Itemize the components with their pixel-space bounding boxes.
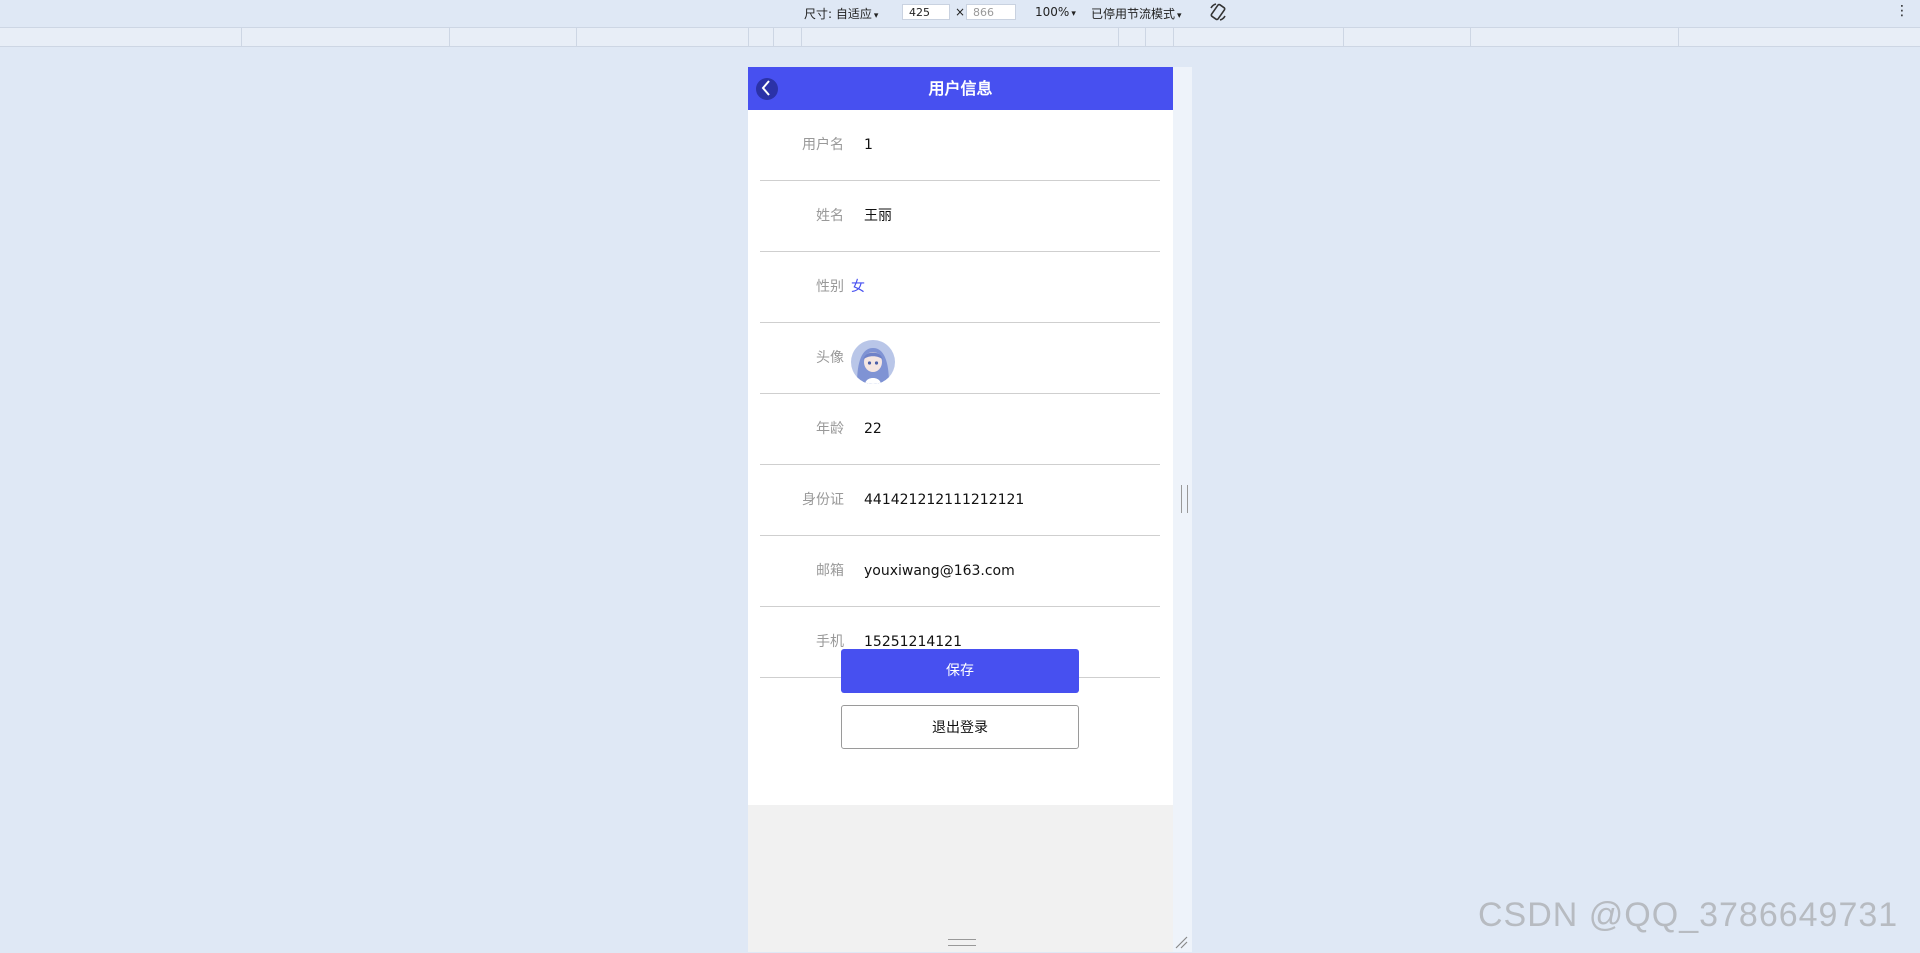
- zoom-dropdown[interactable]: 100% ▾: [1035, 5, 1076, 19]
- form-row-gender: 性别 女: [760, 252, 1160, 323]
- page-title: 用户信息: [928, 79, 993, 98]
- width-input[interactable]: 425: [902, 4, 950, 20]
- throttle-label: 已停用节流模式: [1091, 7, 1176, 21]
- chevron-down-icon: ▾: [1177, 11, 1182, 21]
- name-label: 姓名: [816, 208, 844, 224]
- avatar-image[interactable]: [851, 340, 895, 384]
- more-options-icon[interactable]: ⋮: [1895, 3, 1909, 19]
- age-label: 年龄: [816, 421, 844, 437]
- device-size-dropdown[interactable]: 尺寸: 自适应 ▾: [804, 5, 878, 22]
- device-size-label: 尺寸: 自适应: [804, 7, 872, 21]
- media-query-ruler[interactable]: [0, 27, 1920, 47]
- gender-label: 性别: [816, 279, 844, 295]
- logout-button[interactable]: 退出登录: [841, 705, 1079, 749]
- id-card-label: 身份证: [802, 492, 844, 508]
- zoom-label: 100%: [1035, 5, 1070, 19]
- back-arrow-icon: [761, 80, 770, 96]
- chevron-down-icon: ▾: [1071, 9, 1076, 19]
- email-input[interactable]: youxiwang@163.com: [864, 536, 1015, 606]
- form-row-email: 邮箱 youxiwang@163.com: [760, 536, 1160, 607]
- times-symbol: ×: [955, 5, 966, 19]
- phone-label: 手机: [816, 634, 844, 650]
- form-row-name: 姓名 王丽: [760, 181, 1160, 252]
- resize-corner-icon[interactable]: [1174, 934, 1188, 949]
- id-card-input[interactable]: 441421212111212121: [864, 465, 1024, 535]
- form-row-username: 用户名 1: [760, 110, 1160, 181]
- age-input[interactable]: 22: [864, 394, 882, 464]
- user-info-form: 用户名 1 姓名 王丽 性别 女 头像 年龄 22 身份证 4414212121…: [748, 110, 1173, 805]
- email-label: 邮箱: [816, 563, 844, 579]
- throttle-dropdown[interactable]: 已停用节流模式 ▾: [1091, 5, 1182, 22]
- device-viewport: 用户信息 用户名 1 姓名 王丽 性别 女 头像 年龄 22 身份证 44142…: [748, 67, 1173, 952]
- form-row-id-card: 身份证 441421212111212121: [760, 465, 1160, 536]
- form-row-avatar: 头像: [760, 323, 1160, 394]
- height-input[interactable]: 866: [966, 4, 1016, 20]
- rotate-icon[interactable]: [1208, 2, 1228, 25]
- form-row-age: 年龄 22: [760, 394, 1160, 465]
- avatar: [851, 340, 895, 384]
- username-label: 用户名: [802, 137, 844, 153]
- devtools-toolbar: 尺寸: 自适应 ▾ 425 × 866 100% ▾ 已停用节流模式 ▾ ⋮: [0, 0, 1920, 26]
- resize-handle-vertical[interactable]: [948, 939, 976, 946]
- back-button[interactable]: [756, 78, 778, 100]
- chevron-down-icon: ▾: [873, 11, 879, 21]
- username-input[interactable]: 1: [864, 110, 873, 180]
- gender-picker[interactable]: 女: [851, 252, 865, 322]
- resize-handle-horizontal[interactable]: [1181, 485, 1188, 513]
- page-header: 用户信息: [748, 67, 1173, 110]
- save-button[interactable]: 保存: [841, 649, 1079, 693]
- avatar-label: 头像: [816, 350, 844, 366]
- watermark: CSDN @QQ_3786649731: [1478, 896, 1899, 934]
- name-input[interactable]: 王丽: [864, 181, 892, 251]
